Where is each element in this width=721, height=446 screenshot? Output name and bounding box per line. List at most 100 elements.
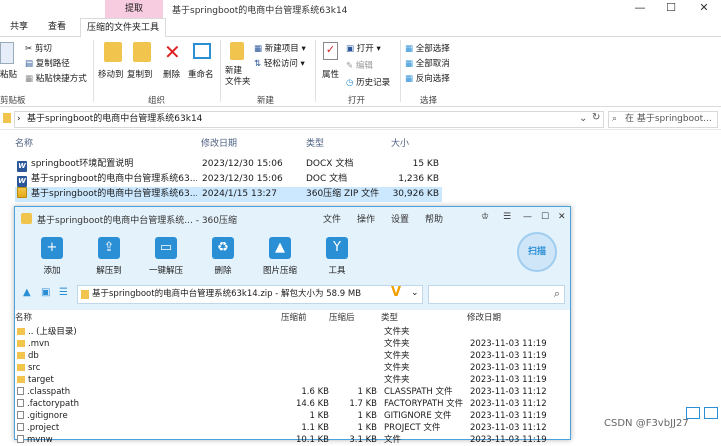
zip-window: 基于springboot的电商中台管理系统... - 360压缩 文件 操作 设… xyxy=(14,206,571,445)
v-badge-icon[interactable]: V xyxy=(391,285,401,300)
zip-entry-row[interactable]: .classpath 1.6 KB 1 KB CLASSPATH 文件 2023-11-… xyxy=(15,386,570,398)
zip-entry-row[interactable]: .factorypath 14.6 KB 1.7 KB FACTORYPATH 文件 2… xyxy=(15,398,570,410)
zip-search-input[interactable]: ⌕ xyxy=(428,285,565,304)
chevron-down-icon[interactable]: ⌄ xyxy=(579,113,587,124)
column-size[interactable]: 大小 xyxy=(391,136,409,149)
move-to-button[interactable]: 移动到 xyxy=(98,68,124,80)
add-button[interactable]: + 添加 xyxy=(25,237,79,276)
folder-icon xyxy=(3,113,11,123)
minimize-icon[interactable]: — xyxy=(523,212,532,222)
menu-operation[interactable]: 操作 xyxy=(357,212,375,225)
image-compress-icon: ▲ xyxy=(269,237,291,259)
zip-path-field[interactable]: 基于springboot的电商中台管理系统63k14.zip - 解包大小为 5… xyxy=(77,285,423,304)
up-arrow-icon[interactable]: ▲ xyxy=(23,287,31,298)
open-button[interactable]: ▣ 打开 ▾ xyxy=(346,42,381,54)
file-row[interactable]: Wspringboot环境配置说明 2023/12/30 15:06 DOCX … xyxy=(15,157,442,172)
extract-to-button[interactable]: ⇪ 解压到 xyxy=(82,237,136,276)
zip-entry-row[interactable]: .mvn 文件夹 2023-11-03 11:19 xyxy=(15,338,570,350)
paste-button[interactable]: 粘贴 xyxy=(0,68,17,80)
zip-entry-row[interactable]: mvnw 10.1 KB 3.1 KB 文件 2023-11-03 11:19 xyxy=(15,434,570,446)
zip-column-before[interactable]: 压缩前 xyxy=(281,311,307,323)
menu-icon[interactable]: ☰ xyxy=(503,212,511,222)
file-row-selected[interactable]: 基于springboot的电商中台管理系统63... 2024/1/15 13:… xyxy=(15,187,442,202)
menu-settings[interactable]: 设置 xyxy=(391,212,409,225)
folder-icon xyxy=(17,352,25,359)
zip-file-icon xyxy=(81,290,89,299)
zip-delete-button[interactable]: ♻ 删除 xyxy=(196,237,250,276)
scan-button[interactable]: 扫描 xyxy=(517,232,557,272)
zip-entry-row[interactable]: db 文件夹 2023-11-03 11:19 xyxy=(15,350,570,362)
edit-button[interactable]: ✎ 编辑 xyxy=(346,59,373,71)
file-icon xyxy=(17,423,24,431)
column-type[interactable]: 类型 xyxy=(306,136,324,149)
select-all-button[interactable]: ▦ 全部选择 xyxy=(405,42,450,54)
zip-entry-row[interactable]: .. (上级目录) 文件夹 xyxy=(15,326,570,338)
zip-entry-row[interactable]: .gitignore 1 KB 1 KB GITIGNORE 文件 2023-11-03… xyxy=(15,410,570,422)
copy-path-button[interactable]: ▤ 复制路径 xyxy=(25,57,70,69)
zip-app-icon xyxy=(21,213,32,224)
tools-button[interactable]: Y 工具 xyxy=(310,237,364,276)
file-icon xyxy=(17,435,24,443)
zip-window-title: 基于springboot的电商中台管理系统... - 360压缩 xyxy=(37,216,238,226)
copy-to-icon xyxy=(133,42,151,62)
delete-icon: ✕ xyxy=(164,40,181,64)
paste-shortcut-button[interactable]: ▦ 粘贴快捷方式 xyxy=(25,72,87,84)
shirt-icon[interactable]: ♔ xyxy=(481,212,489,222)
image-compress-button[interactable]: ▲ 图片压缩 xyxy=(253,237,307,276)
menu-file[interactable]: 文件 xyxy=(323,212,341,225)
select-none-button[interactable]: ▦ 全部取消 xyxy=(405,57,450,69)
easy-access-icon: ⇅ xyxy=(254,59,264,69)
paste-shortcut-icon: ▦ xyxy=(25,74,36,84)
address-field[interactable]: › 基于springboot的电商中台管理系统63k14 xyxy=(14,111,604,128)
one-click-extract-button[interactable]: ▭ 一键解压 xyxy=(139,237,193,276)
new-item-button[interactable]: ▦ 新建项目 ▾ xyxy=(254,42,306,54)
invert-selection-button[interactable]: ▦ 反向选择 xyxy=(405,72,450,84)
properties-button[interactable]: 属性 xyxy=(322,68,339,80)
zip-entry-row[interactable]: src 文件夹 2023-11-03 11:19 xyxy=(15,362,570,374)
zip-archive-icon xyxy=(17,187,27,198)
select-all-icon: ▦ xyxy=(405,44,416,54)
folder-icon xyxy=(17,376,25,383)
zip-column-after[interactable]: 压缩后 xyxy=(329,311,355,323)
easy-access-button[interactable]: ⇅ 轻松访问 ▾ xyxy=(254,57,305,69)
zip-entry-row[interactable]: target 文件夹 2023-11-03 11:19 xyxy=(15,374,570,386)
zip-column-name[interactable]: 名称 xyxy=(15,311,32,323)
context-tab-extract[interactable]: 提取 xyxy=(105,0,163,18)
zip-entry-row[interactable]: .project 1.1 KB 1 KB PROJECT 文件 2023-11-03 1… xyxy=(15,422,570,434)
chevron-down-icon[interactable]: ⌄ xyxy=(411,288,419,298)
window-title: 基于springboot的电商中台管理系统63k14 xyxy=(172,6,348,16)
menu-help[interactable]: 帮助 xyxy=(425,212,443,225)
new-folder-button[interactable]: 新建 文件夹 xyxy=(225,66,251,88)
tab-view[interactable]: 查看 xyxy=(42,18,72,37)
word-doc-icon: W xyxy=(17,176,27,187)
paste-icon xyxy=(0,42,14,64)
zip-column-date[interactable]: 修改日期 xyxy=(467,311,501,323)
view-icon[interactable]: ▣ xyxy=(41,287,50,298)
file-row[interactable]: W 基于springboot的电商中台管理系统63... 2023/12/30 1… xyxy=(15,172,442,187)
close-icon[interactable]: ✕ xyxy=(558,212,566,222)
minimize-icon[interactable]: — xyxy=(630,1,650,14)
tab-share[interactable]: 共享 xyxy=(4,18,34,37)
rename-button[interactable]: 重命名 xyxy=(188,68,214,80)
copy-path-icon: ▤ xyxy=(25,59,36,69)
history-button[interactable]: ◷ 历史记录 xyxy=(346,76,390,88)
chevron-right-icon: › xyxy=(17,114,21,124)
maximize-icon[interactable]: ☐ xyxy=(661,1,681,14)
copy-to-button[interactable]: 复制到 xyxy=(127,68,153,80)
divider xyxy=(220,40,221,102)
new-item-icon: ▦ xyxy=(254,44,265,54)
large-icons-view-icon[interactable] xyxy=(704,407,718,419)
close-icon[interactable]: ✕ xyxy=(694,1,714,14)
tab-compressed-tools[interactable]: 压缩的文件夹工具 xyxy=(80,18,167,38)
search-input[interactable]: ⌕ 在 基于springboot... xyxy=(608,111,718,128)
properties-icon: ✓ xyxy=(323,42,338,60)
column-date[interactable]: 修改日期 xyxy=(201,136,237,149)
maximize-icon[interactable]: ☐ xyxy=(541,212,549,222)
list-icon[interactable]: ☰ xyxy=(59,287,68,298)
open-icon: ▣ xyxy=(346,44,357,54)
delete-button[interactable]: 删除 xyxy=(163,68,180,80)
zip-column-type[interactable]: 类型 xyxy=(381,311,398,323)
cut-button[interactable]: ✂ 剪切 xyxy=(25,42,52,54)
refresh-icon[interactable]: ↻ xyxy=(592,112,600,123)
column-name[interactable]: 名称 xyxy=(15,136,33,149)
